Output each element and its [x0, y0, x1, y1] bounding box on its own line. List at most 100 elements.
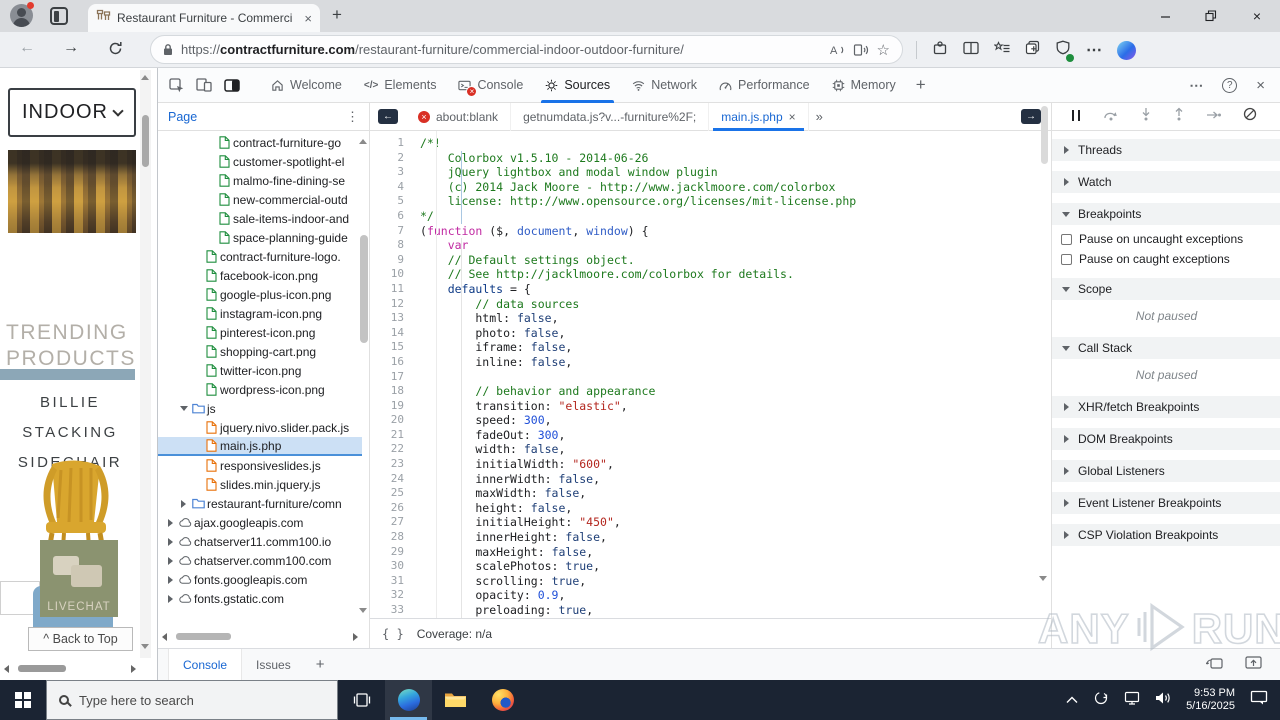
more-tabs-chevron-icon[interactable]: »	[809, 109, 830, 124]
editor-tab-about-blank[interactable]: × about:blank	[406, 102, 512, 131]
device-toolbar-icon[interactable]	[190, 78, 218, 92]
tree-item-jquery-nivo-slider-pack-js[interactable]: jquery.nivo.slider.pack.js	[158, 418, 362, 437]
tree-scroll-down-arrow[interactable]	[359, 608, 367, 613]
tree-item-ajax-googleapis-com[interactable]: ajax.googleapis.com	[158, 513, 362, 532]
line-number[interactable]: 33	[370, 603, 420, 618]
start-button[interactable]	[0, 680, 46, 720]
tree-scroll-up-arrow[interactable]	[359, 139, 367, 144]
tree-item-wordpress-icon-png[interactable]: wordpress-icon.png	[158, 380, 362, 399]
section-header-watch[interactable]: Watch	[1052, 171, 1280, 193]
code-scroll-down-arrow[interactable]	[1039, 576, 1047, 581]
favorites-list-icon[interactable]	[993, 40, 1010, 60]
line-number[interactable]: 22	[370, 442, 420, 457]
chevron-right-icon[interactable]	[164, 575, 177, 584]
category-select[interactable]: INDOOR	[8, 88, 136, 137]
tab-close-icon[interactable]: ×	[304, 11, 312, 26]
section-header-global-listeners[interactable]: Global Listeners	[1052, 460, 1280, 482]
chevron-right-icon[interactable]	[164, 556, 177, 565]
editor-tab-main-js-php[interactable]: main.js.php ×	[709, 102, 809, 131]
tree-item-space-planning-guide[interactable]: space-planning-guide	[158, 228, 362, 247]
chevron-right-icon[interactable]	[164, 594, 177, 603]
open-in-panel-icon[interactable]: →	[1021, 109, 1041, 124]
line-number[interactable]: 24	[370, 472, 420, 487]
scroll-up-arrow[interactable]	[141, 75, 149, 80]
tree-item-instagram-icon-png[interactable]: instagram-icon.png	[158, 304, 362, 323]
scroll-down-arrow[interactable]	[141, 644, 149, 649]
line-number[interactable]: 5	[370, 194, 420, 209]
tree-item-malmo-fine-dining-se[interactable]: malmo-fine-dining-se	[158, 171, 362, 190]
tab-page[interactable]: Page	[168, 110, 197, 124]
taskbar-clock[interactable]: 9:53 PM 5/16/2025	[1186, 687, 1235, 713]
line-number[interactable]: 18	[370, 384, 420, 399]
tree-item-fonts-googleapis-com[interactable]: fonts.googleapis.com	[158, 570, 362, 589]
line-number[interactable]: 6	[370, 209, 420, 224]
section-header-breakpoints[interactable]: Breakpoints	[1052, 203, 1280, 225]
immersive-reader-icon[interactable]	[853, 43, 869, 57]
collections-icon[interactable]	[1025, 40, 1040, 60]
tree-item-facebook-icon-png[interactable]: facebook-icon.png	[158, 266, 362, 285]
line-number[interactable]: 17	[370, 370, 420, 385]
hide-navigator-icon[interactable]: ←	[378, 109, 398, 124]
network-ethernet-icon[interactable]	[1124, 691, 1140, 710]
line-number[interactable]: 21	[370, 428, 420, 443]
line-number[interactable]: 30	[370, 559, 420, 574]
tab-elements[interactable]: </> Elements	[353, 68, 448, 103]
scrollbar-thumb[interactable]	[142, 115, 149, 167]
line-number[interactable]: 4	[370, 180, 420, 195]
close-button[interactable]: ×	[1234, 0, 1280, 32]
line-number[interactable]: 10	[370, 267, 420, 282]
line-number[interactable]: 25	[370, 486, 420, 501]
restore-defaults-icon[interactable]	[1205, 655, 1223, 674]
step-over-icon[interactable]	[1103, 108, 1119, 126]
line-number[interactable]: 1	[370, 136, 420, 151]
section-header-scope[interactable]: Scope	[1052, 278, 1280, 300]
line-number[interactable]: 14	[370, 326, 420, 341]
new-tab-button[interactable]: +	[332, 5, 342, 25]
line-number[interactable]: 29	[370, 545, 420, 560]
line-number[interactable]: 20	[370, 413, 420, 428]
tree-item-pinterest-icon-png[interactable]: pinterest-icon.png	[158, 323, 362, 342]
checkbox-icon[interactable]	[1061, 253, 1072, 265]
chevron-right-icon[interactable]	[164, 518, 177, 527]
read-aloud-icon[interactable]: A	[829, 43, 845, 57]
step-into-icon[interactable]	[1140, 107, 1152, 126]
chevron-right-icon[interactable]	[177, 499, 190, 508]
line-number[interactable]: 7	[370, 224, 420, 239]
copilot-icon[interactable]	[1117, 40, 1136, 60]
tree-item-chatserver-comm100-com[interactable]: chatserver.comm100.com	[158, 551, 362, 570]
focus-page-icon[interactable]	[218, 78, 246, 92]
scroll-right-arrow[interactable]	[131, 665, 136, 673]
tree-item-new-commercial-outd[interactable]: new-commercial-outd	[158, 190, 362, 209]
tab-performance[interactable]: Performance	[708, 68, 821, 103]
scrollbar-thumb[interactable]	[18, 665, 66, 672]
tree-item-twitter-icon-png[interactable]: twitter-icon.png	[158, 361, 362, 380]
line-number[interactable]: 11	[370, 282, 420, 297]
page-vertical-scrollbar[interactable]	[140, 70, 151, 658]
line-number[interactable]: 23	[370, 457, 420, 472]
tab-close-icon[interactable]: ×	[789, 110, 796, 124]
tree-scrollbar-thumb[interactable]	[360, 235, 368, 343]
line-number[interactable]: 3	[370, 165, 420, 180]
tree-item-contract-furniture-go[interactable]: contract-furniture-go	[158, 133, 362, 152]
tree-item-google-plus-icon-png[interactable]: google-plus-icon.png	[158, 285, 362, 304]
tab-memory[interactable]: Memory	[821, 68, 907, 103]
tree-item-shopping-cart-png[interactable]: shopping-cart.png	[158, 342, 362, 361]
section-header-dom-breakpoints[interactable]: DOM Breakpoints	[1052, 428, 1280, 450]
chevron-down-icon[interactable]	[177, 406, 190, 411]
line-number[interactable]: 15	[370, 340, 420, 355]
devtools-help-icon[interactable]: ?	[1222, 77, 1238, 93]
favorite-star-icon[interactable]: ☆	[877, 41, 890, 59]
tree-item-sale-items-indoor-and[interactable]: sale-items-indoor-and	[158, 209, 362, 228]
minimize-button[interactable]	[1142, 0, 1188, 32]
chevron-right-icon[interactable]	[164, 537, 177, 546]
taskbar-edge-app[interactable]	[385, 680, 432, 720]
split-screen-icon[interactable]	[963, 41, 979, 60]
tab-console[interactable]: × Console	[447, 68, 534, 103]
checkbox-pause-on-caught-exceptions[interactable]: Pause on caught exceptions	[1061, 252, 1280, 266]
tree-item-contract-furniture-logo[interactable]: contract-furniture-logo.	[158, 247, 362, 266]
scroll-left-arrow[interactable]	[162, 633, 167, 641]
deactivate-breakpoints-icon[interactable]	[1243, 107, 1257, 126]
browser-tab[interactable]: Restaurant Furniture - Commerci ×	[88, 4, 320, 32]
section-header-threads[interactable]: Threads	[1052, 139, 1280, 161]
tree-item-restaurant-furniture-comn[interactable]: restaurant-furniture/comn	[158, 494, 362, 513]
